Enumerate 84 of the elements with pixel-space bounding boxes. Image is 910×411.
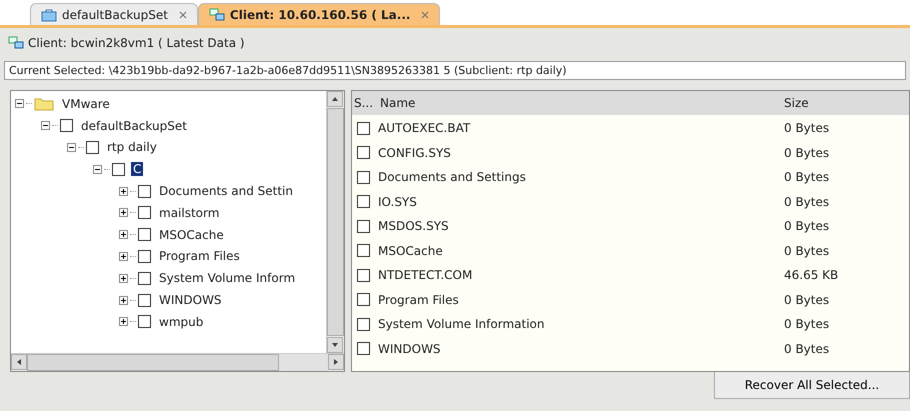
briefcase-icon bbox=[41, 8, 57, 22]
checkbox[interactable] bbox=[138, 250, 151, 263]
checkbox[interactable] bbox=[357, 342, 370, 356]
table-cell-text: 0 Bytes bbox=[784, 121, 830, 136]
checkbox[interactable] bbox=[357, 195, 370, 208]
expand-icon[interactable] bbox=[119, 317, 128, 326]
expand-icon[interactable] bbox=[119, 186, 128, 196]
table-cell-text: Program Files bbox=[378, 292, 460, 307]
tree-item[interactable]: mailstorm bbox=[157, 206, 222, 220]
recover-button[interactable]: Recover All Selected... bbox=[714, 372, 910, 399]
scroll-up-icon[interactable] bbox=[331, 95, 339, 103]
checkbox[interactable] bbox=[357, 293, 370, 306]
tree-item[interactable]: rtp daily bbox=[105, 140, 159, 154]
expand-icon[interactable] bbox=[119, 252, 128, 261]
table-cell-text: MSDOS.SYS bbox=[378, 219, 450, 234]
close-icon[interactable] bbox=[421, 10, 430, 18]
collapse-icon[interactable] bbox=[93, 164, 102, 174]
table-cell-text: 0 Bytes bbox=[784, 317, 830, 332]
collapse-icon[interactable] bbox=[15, 99, 24, 108]
table-cell-text: 0 Bytes bbox=[784, 342, 830, 356]
client-title: Client: bcwin2k8vm1 ( Latest Data ) bbox=[28, 36, 245, 50]
table-cell-text: 46.65 KB bbox=[784, 268, 840, 282]
table-cell-text: 0 Bytes bbox=[784, 244, 830, 258]
checkbox[interactable] bbox=[138, 272, 151, 285]
table-cell-text: CONFIG.SYS bbox=[378, 146, 452, 160]
expand-icon[interactable] bbox=[119, 296, 128, 305]
table-cell-text: WINDOWS bbox=[378, 342, 442, 356]
table-cell-text: MSOCache bbox=[378, 244, 444, 258]
table-cell-text: 0 Bytes bbox=[784, 194, 830, 209]
scroll-left-icon[interactable] bbox=[15, 358, 23, 366]
tab[interactable]: Client: 10.60.160.56 ( La... bbox=[198, 3, 440, 25]
computers-icon bbox=[8, 36, 24, 50]
scroll-thumb[interactable] bbox=[27, 354, 279, 371]
tree-item[interactable]: Program Files bbox=[157, 249, 242, 264]
checkbox[interactable] bbox=[357, 170, 370, 184]
checkbox[interactable] bbox=[138, 294, 151, 307]
close-icon[interactable] bbox=[178, 10, 187, 18]
folder-icon bbox=[34, 96, 54, 111]
computers-icon bbox=[208, 8, 225, 22]
column-header[interactable]: Size bbox=[784, 96, 909, 110]
expand-icon[interactable] bbox=[119, 230, 128, 240]
checkbox[interactable] bbox=[357, 122, 370, 135]
column-header[interactable]: Name bbox=[380, 96, 784, 110]
checkbox[interactable] bbox=[357, 146, 370, 160]
scroll-down-icon[interactable] bbox=[331, 341, 339, 349]
tree-item[interactable]: VMware bbox=[60, 96, 112, 111]
checkbox[interactable] bbox=[138, 206, 151, 220]
tree-item[interactable]: defaultBackupSet bbox=[79, 118, 189, 133]
table-cell-text: AUTOEXEC.BAT bbox=[378, 121, 472, 136]
checkbox[interactable] bbox=[357, 244, 370, 258]
collapse-icon[interactable] bbox=[41, 121, 50, 130]
checkbox[interactable] bbox=[112, 162, 125, 176]
checkbox[interactable] bbox=[138, 315, 151, 328]
table-cell-text: 0 Bytes bbox=[784, 146, 830, 160]
tree-item[interactable]: wmpub bbox=[157, 314, 206, 329]
expand-icon[interactable] bbox=[119, 208, 128, 218]
scroll-right-icon[interactable] bbox=[332, 358, 340, 366]
tree-item[interactable]: Documents and Settin bbox=[157, 184, 295, 198]
table-cell-text: NTDETECT.COM bbox=[378, 268, 474, 282]
expand-icon[interactable] bbox=[119, 274, 128, 283]
checkbox[interactable] bbox=[86, 140, 99, 154]
checkbox[interactable] bbox=[60, 119, 73, 132]
table-cell-text: 0 Bytes bbox=[784, 292, 830, 307]
checkbox[interactable] bbox=[357, 318, 370, 331]
tree-item[interactable]: WINDOWS bbox=[157, 293, 224, 308]
tab[interactable]: defaultBackupSet bbox=[30, 3, 198, 25]
vertical-scrollbar[interactable] bbox=[326, 91, 344, 353]
table-cell-text: 0 Bytes bbox=[784, 170, 830, 184]
column-header[interactable]: S... bbox=[352, 96, 380, 110]
tree-item[interactable]: MSOCache bbox=[157, 228, 226, 242]
checkbox[interactable] bbox=[357, 268, 370, 282]
table-cell-text: Documents and Settings bbox=[378, 170, 527, 184]
table-cell-text: 0 Bytes bbox=[784, 219, 830, 234]
table-cell-text: IO.SYS bbox=[378, 194, 418, 209]
tree-item[interactable]: System Volume Inform bbox=[157, 271, 298, 286]
current-selection-field: Current Selected: \423b19bb-da92-b967-1a2b-a06e87dd9511\SN3895263381 5 (Subclient: rtp daily) bbox=[4, 61, 906, 80]
table-cell-text: System Volume Information bbox=[378, 317, 546, 332]
checkbox[interactable] bbox=[138, 184, 151, 198]
scroll-thumb[interactable] bbox=[327, 108, 344, 336]
tree-item[interactable]: C bbox=[131, 162, 144, 176]
checkbox[interactable] bbox=[138, 228, 151, 242]
horizontal-scrollbar[interactable] bbox=[11, 353, 344, 371]
checkbox[interactable] bbox=[357, 220, 370, 233]
collapse-icon[interactable] bbox=[67, 142, 76, 152]
